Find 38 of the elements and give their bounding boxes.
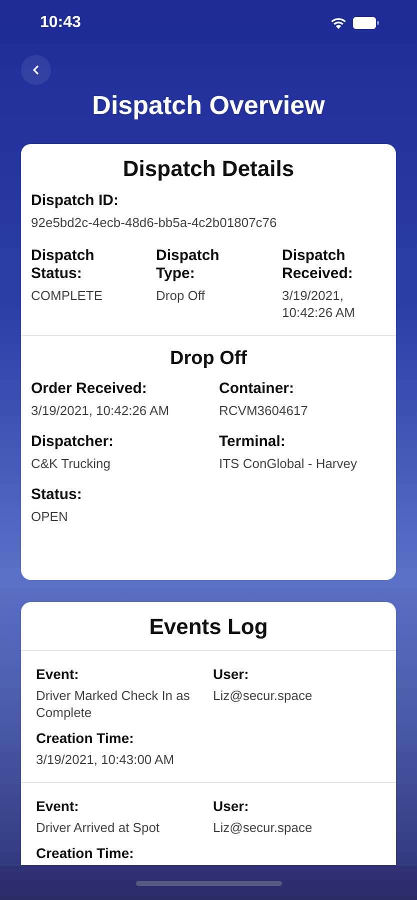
field-value: Driver Arrived at Spot — [36, 819, 161, 836]
page-title: Dispatch Overview — [91, 94, 326, 122]
card-title: Events Log — [148, 613, 269, 641]
field-value: ITS ConGlobal - Harvey — [219, 455, 358, 472]
field-label: Event: — [36, 665, 80, 683]
field-label: Creation Time: — [36, 729, 135, 747]
field-label: User: — [213, 797, 250, 815]
field-value: 3/19/2021, 10:43:00 AM — [36, 751, 176, 768]
field-value: 92e5bd2c-4ecb-48d6-bb5a-4c2b01807c76 — [31, 214, 278, 231]
field-value: OPEN — [31, 508, 69, 525]
field-value: COMPLETE — [31, 287, 104, 304]
field-label: Order Received: — [31, 380, 148, 398]
back-icon — [32, 64, 40, 76]
field-value: 3/19/2021, 10:42:26 AM — [282, 287, 356, 321]
section-title: Drop Off — [168, 347, 248, 371]
field-label: Terminal: — [219, 433, 286, 451]
field-label: Event: — [36, 797, 80, 815]
field-value: Drop Off — [156, 287, 206, 304]
field-label: Dispatch Received: — [282, 247, 354, 283]
field-label: Status: — [31, 486, 83, 504]
field-label: Dispatch Status: — [31, 247, 96, 283]
back-button[interactable] — [21, 55, 51, 85]
field-label: Creation Time: — [36, 844, 135, 862]
field-value: RCVM3604617 — [219, 402, 309, 419]
field-value: Driver Marked Check In as Complete — [36, 687, 191, 721]
field-value: Liz@secur.space — [213, 687, 314, 704]
battery-icon — [353, 17, 379, 29]
wifi-icon — [330, 17, 347, 29]
field-label: Dispatcher: — [31, 433, 115, 451]
field-value: 3/19/2021, 10:42:26 AM — [31, 402, 170, 419]
field-value: C&K Trucking — [31, 455, 112, 472]
field-label: Dispatch Type: — [156, 247, 220, 283]
field-value: Liz@secur.space — [213, 819, 314, 836]
card-title: Dispatch Details — [122, 155, 296, 183]
field-label: Container: — [219, 380, 295, 398]
field-label: Dispatch ID: — [31, 192, 120, 210]
field-label: User: — [213, 665, 250, 683]
status-time: 10:43 — [40, 14, 81, 32]
